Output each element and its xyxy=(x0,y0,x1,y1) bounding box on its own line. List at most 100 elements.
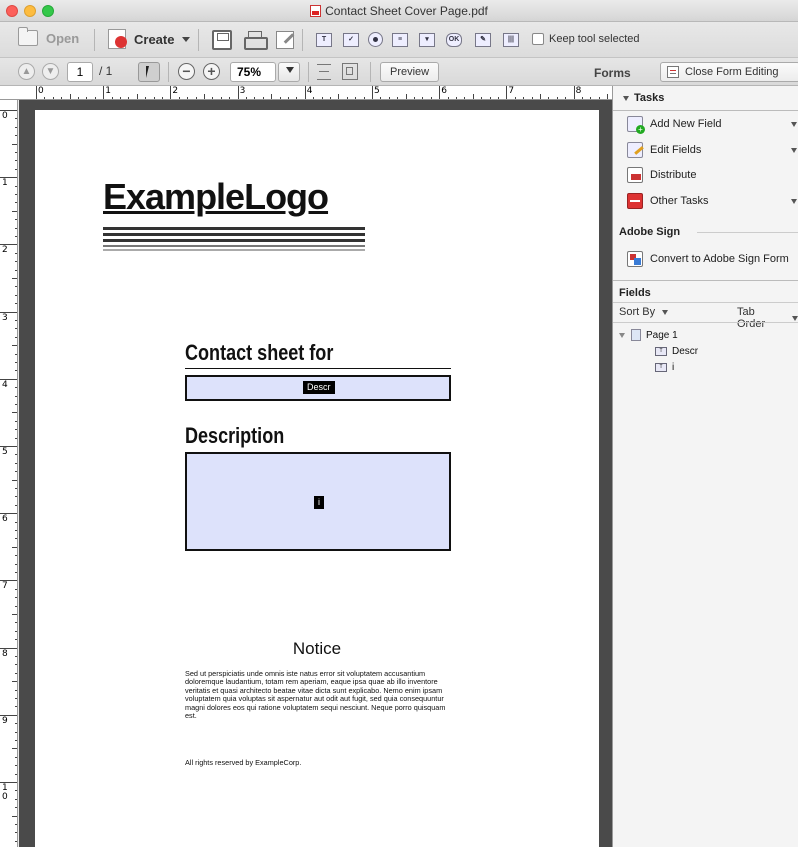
company-logo: ExampleLogo xyxy=(103,176,329,217)
ruler-minor-tick xyxy=(15,328,17,330)
ruler-minor-tick xyxy=(15,672,17,674)
convert-adobe-sign-action[interactable]: Convert to Adobe Sign Form xyxy=(627,249,798,269)
task-edit-fields[interactable]: Edit Fields xyxy=(627,140,798,160)
ruler-minor-tick xyxy=(15,605,17,607)
ruler-label: 0 xyxy=(2,111,8,121)
select-tool-icon[interactable] xyxy=(138,62,160,82)
tab-order-dropdown[interactable]: Tab Order xyxy=(737,306,798,330)
page-total-label: / 1 xyxy=(99,64,113,78)
button-tool-icon[interactable]: OK xyxy=(446,33,462,47)
radio-button-tool-icon[interactable] xyxy=(368,32,383,47)
task-add-new-field[interactable]: + Add New Field xyxy=(627,114,798,134)
barcode-tool-icon[interactable]: ||| xyxy=(503,33,519,47)
signature-tool-icon[interactable]: ✎ xyxy=(475,33,491,47)
ruler-minor-tick xyxy=(15,202,17,204)
logo-stripe xyxy=(103,227,365,230)
zoom-level-input[interactable]: 75% xyxy=(230,62,276,82)
tasks-section-header[interactable]: Tasks xyxy=(623,92,798,104)
edit-pdf-icon[interactable] xyxy=(276,31,294,49)
chevron-down-icon[interactable] xyxy=(791,122,797,127)
ruler-minor-tick xyxy=(15,496,17,498)
description-field-tag: i xyxy=(314,496,324,509)
task-distribute[interactable]: Distribute xyxy=(627,165,798,185)
ruler-minor-tick xyxy=(15,429,17,431)
toolbar-separator xyxy=(308,62,309,82)
next-page-icon[interactable]: ▼ xyxy=(42,63,59,80)
ruler-minor-tick xyxy=(15,765,17,767)
tab-order-label: Tab Order xyxy=(737,306,766,330)
page-number-input[interactable]: 1 xyxy=(67,62,93,82)
pdf-file-icon xyxy=(310,5,322,17)
contact-sheet-heading: Contact sheet for xyxy=(185,340,334,365)
ruler-minor-tick xyxy=(15,773,17,775)
toolbar-separator xyxy=(302,29,303,51)
print-icon[interactable] xyxy=(244,31,268,50)
open-button[interactable]: Open xyxy=(18,27,79,46)
previous-page-icon[interactable]: ▲ xyxy=(18,63,35,80)
tree-field-i[interactable]: T i xyxy=(655,362,674,373)
fit-page-icon[interactable] xyxy=(317,64,331,80)
forms-side-panel: Tasks + Add New Field Edit Fields Distri… xyxy=(612,86,798,847)
adobe-sign-icon xyxy=(627,251,643,267)
tree-field-descr[interactable]: T Descr xyxy=(655,346,698,357)
ruler-major-tick xyxy=(36,86,37,99)
ruler-minor-tick xyxy=(15,320,17,321)
keep-tool-label: Keep tool selected xyxy=(549,33,640,45)
panel-divider xyxy=(697,232,798,233)
text-field-tool-icon[interactable]: T xyxy=(316,33,332,47)
collapse-icon xyxy=(623,96,629,101)
ruler-minor-tick xyxy=(15,152,17,153)
dropdown-tool-icon[interactable]: ▾ xyxy=(419,33,435,47)
full-screen-icon[interactable] xyxy=(342,63,358,80)
create-pdf-icon xyxy=(108,29,127,49)
contact-field-tag: Descr xyxy=(303,381,335,394)
tree-page-node[interactable]: Page 1 xyxy=(619,329,678,341)
preview-button[interactable]: Preview xyxy=(380,62,440,82)
ruler-minor-tick xyxy=(15,824,17,825)
distribute-icon xyxy=(627,167,643,183)
contact-form-field[interactable]: Descr xyxy=(185,375,451,401)
zoom-dropdown-button[interactable] xyxy=(278,62,300,82)
zoom-out-icon[interactable]: − xyxy=(178,63,195,80)
save-icon[interactable] xyxy=(212,30,232,50)
keep-tool-checkbox[interactable] xyxy=(532,33,544,45)
disclosure-icon[interactable] xyxy=(619,332,625,338)
description-heading: Description xyxy=(185,423,285,448)
ruler-minor-tick xyxy=(15,840,17,842)
ruler-minor-tick xyxy=(15,303,17,305)
ruler-minor-tick xyxy=(15,395,17,397)
ruler-label: 0 xyxy=(38,86,44,96)
panel-divider xyxy=(613,322,798,323)
chevron-down-icon[interactable] xyxy=(791,199,797,204)
ruler-label: 6 xyxy=(2,514,8,525)
checkbox-tool-icon[interactable]: ✓ xyxy=(343,33,359,47)
list-box-tool-icon[interactable]: ≡ xyxy=(392,33,408,47)
ruler-minor-tick xyxy=(15,572,17,573)
ruler-major-tick xyxy=(573,86,575,99)
ruler-minor-tick xyxy=(15,126,17,128)
ruler-label: 3 xyxy=(239,86,246,96)
logo-stripe xyxy=(103,233,365,236)
document-viewport[interactable]: ExampleLogo Contact sheet for Descr Desc… xyxy=(19,100,612,847)
keep-tool-selected-toggle[interactable]: Keep tool selected xyxy=(532,33,640,45)
description-form-field[interactable]: i xyxy=(185,452,451,551)
create-button[interactable]: Create xyxy=(108,29,191,49)
ruler-minor-tick xyxy=(15,790,17,792)
ruler-minor-tick xyxy=(15,504,17,506)
ruler-minor-tick xyxy=(12,412,17,414)
task-other-tasks[interactable]: Other Tasks xyxy=(627,191,798,211)
ruler-minor-tick xyxy=(15,227,17,229)
sort-by-dropdown[interactable]: Sort By xyxy=(619,306,669,318)
ruler-minor-tick xyxy=(15,756,17,758)
ruler-minor-tick xyxy=(15,555,17,557)
main-toolbar: Open Create T ✓ ≡ ▾ OK ✎ ||| Keep tool s… xyxy=(0,22,798,58)
task-label: Other Tasks xyxy=(650,195,709,207)
ruler-label: 6 xyxy=(441,86,447,96)
tree-field-label: i xyxy=(672,362,675,373)
toolbar-separator xyxy=(168,62,169,82)
close-form-editing-button[interactable]: Close Form Editing xyxy=(660,62,798,82)
chevron-down-icon[interactable] xyxy=(791,148,797,153)
tasks-heading: Tasks xyxy=(634,92,665,104)
folder-icon xyxy=(18,27,38,46)
zoom-in-icon[interactable]: + xyxy=(203,63,220,80)
